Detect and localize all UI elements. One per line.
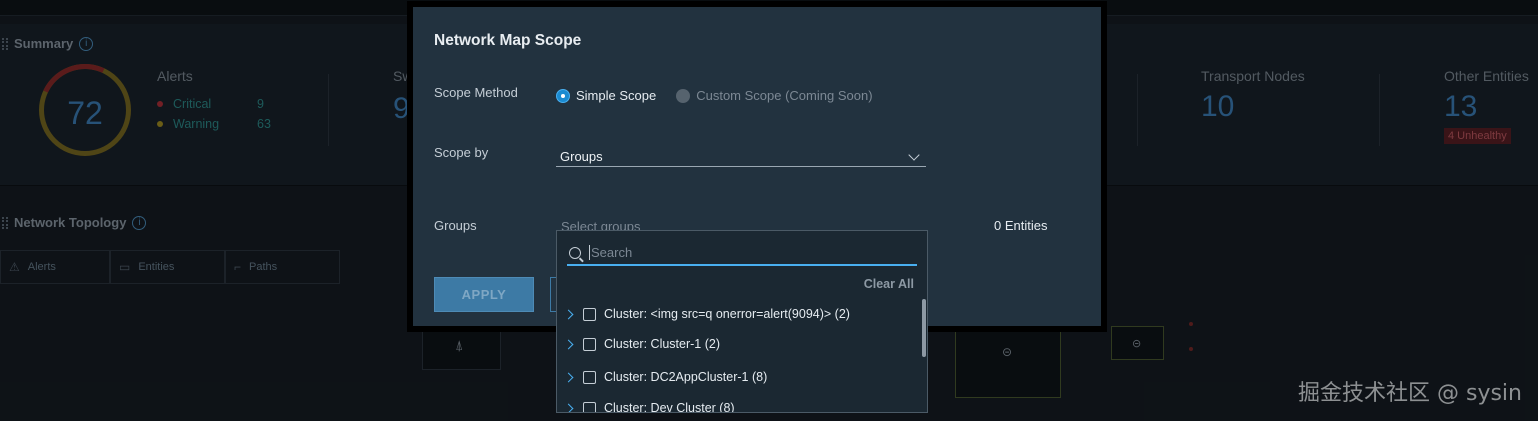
scope-by-label: Scope by xyxy=(434,145,489,160)
list-item[interactable]: Cluster: DC2AppCluster-1 (8) xyxy=(557,359,917,395)
custom-scope-radio xyxy=(676,88,691,103)
list-item[interactable]: Cluster: Dev Cluster (8) xyxy=(557,395,917,412)
checkbox[interactable] xyxy=(583,307,596,321)
list-item[interactable]: Cluster: <img src=q onerror=alert(9094)>… xyxy=(557,299,917,329)
group-list: Cluster: <img src=q onerror=alert(9094)>… xyxy=(557,299,917,412)
scope-by-select[interactable]: Groups xyxy=(556,147,926,167)
clear-all-button[interactable]: Clear All xyxy=(864,277,914,291)
chevron-right-icon[interactable] xyxy=(563,309,574,319)
chevron-down-icon xyxy=(908,148,920,161)
checkbox[interactable] xyxy=(583,370,596,384)
custom-scope-label: Custom Scope (Coming Soon) xyxy=(696,88,873,103)
entities-count: 0 Entities xyxy=(994,218,1048,233)
list-item[interactable]: Cluster: Cluster-1 (2) xyxy=(557,329,917,359)
simple-scope-label[interactable]: Simple Scope xyxy=(576,88,656,103)
simple-scope-radio[interactable] xyxy=(556,88,570,103)
checkbox[interactable] xyxy=(583,337,596,351)
search-box xyxy=(567,241,917,266)
chevron-right-icon[interactable] xyxy=(563,372,574,382)
search-input[interactable] xyxy=(589,245,889,260)
scrollbar[interactable] xyxy=(922,299,926,357)
scope-method-radio-group: Simple Scope Custom Scope (Coming Soon) xyxy=(556,88,873,103)
apply-button[interactable]: APPLY xyxy=(434,277,534,312)
groups-dropdown: Clear All Cluster: <img src=q onerror=al… xyxy=(556,230,928,413)
chevron-right-icon[interactable] xyxy=(563,339,574,349)
modal-title: Network Map Scope xyxy=(434,32,582,49)
scope-by-value: Groups xyxy=(560,149,603,164)
groups-label: Groups xyxy=(434,218,477,233)
search-icon xyxy=(569,246,581,259)
checkbox[interactable] xyxy=(583,401,596,412)
chevron-right-icon[interactable] xyxy=(563,403,574,412)
scope-method-label: Scope Method xyxy=(434,85,518,100)
